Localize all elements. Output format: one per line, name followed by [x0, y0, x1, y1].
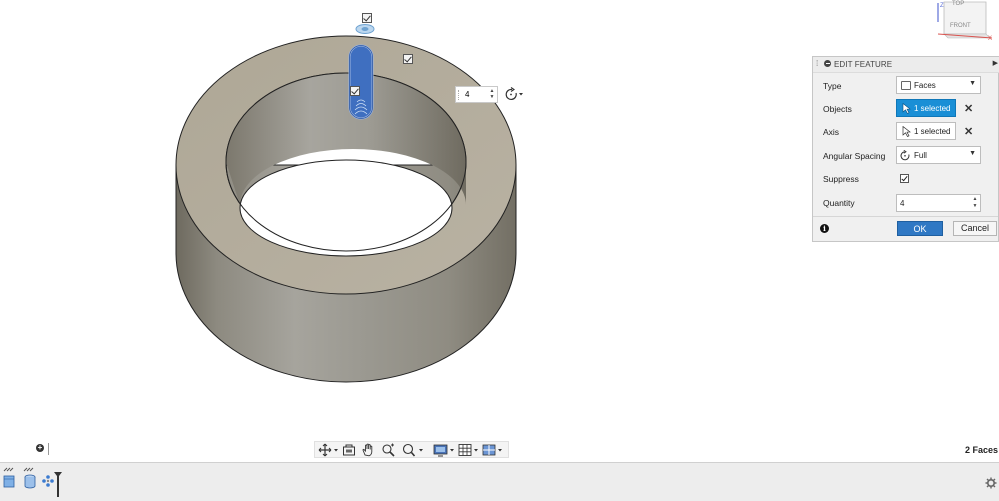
quantity-field[interactable]: 4 ▲ ▼ — [896, 194, 981, 212]
grid-settings-button[interactable] — [458, 443, 482, 457]
type-label: Type — [823, 81, 842, 91]
canvas-suppress-checkbox-top[interactable] — [362, 13, 372, 23]
panel-title: EDIT FEATURE — [834, 60, 893, 69]
canvas-viewport[interactable]: TOP FRONT Z X ▲▼ ⁞ EDIT FEATURE — [0, 0, 999, 462]
quantity-value[interactable]: 4 — [900, 199, 904, 208]
angular-spacing-label: Angular Spacing — [823, 151, 886, 161]
zoom-button[interactable] — [381, 443, 395, 457]
axis-label: Axis — [823, 127, 840, 137]
faces-icon — [901, 81, 911, 90]
zoom-window-icon — [402, 443, 423, 457]
rotate-full-icon — [505, 87, 523, 101]
navigation-toolbar — [314, 441, 509, 458]
monitor-icon — [433, 444, 454, 457]
view-cube[interactable]: TOP FRONT Z X — [934, 0, 994, 44]
timeline-bar — [0, 462, 999, 501]
add-comment-icon[interactable]: + — [36, 444, 44, 452]
pattern-quantity-handle[interactable] — [348, 44, 374, 120]
sketch-feature-icon[interactable] — [3, 467, 15, 488]
comments-panel-tab[interactable]: + — [0, 441, 50, 457]
orbit-button[interactable] — [318, 443, 340, 457]
pan-button[interactable] — [361, 443, 375, 457]
type-dropdown[interactable]: Faces ▼ — [896, 76, 981, 94]
pattern-origin-icon[interactable] — [354, 23, 376, 35]
pattern-feature-icon[interactable] — [42, 475, 54, 487]
axis-value: 1 selected — [914, 127, 951, 136]
selection-status: 2 Faces — [964, 445, 998, 455]
gear-icon[interactable] — [985, 477, 997, 489]
canvas-suppress-checkbox-right[interactable] — [403, 54, 413, 64]
grid-icon — [458, 444, 478, 456]
axis-z-label: Z — [940, 3, 944, 9]
timeline-marker-icon[interactable] — [54, 472, 62, 497]
spinner-arrows-icon[interactable]: ▲ ▼ — [488, 88, 496, 101]
quantity-spinner-arrows-icon[interactable]: ▲ ▼ — [971, 196, 979, 210]
canvas-quantity-spinner[interactable]: ▲▼ — [455, 86, 498, 103]
chevron-down-icon: ▼ — [969, 80, 976, 87]
canvas-angular-spacing-dropdown[interactable] — [503, 86, 528, 103]
panel-header[interactable]: ⁞ EDIT FEATURE ▶ — [813, 57, 999, 73]
angular-spacing-value: Full — [914, 151, 927, 160]
orbit-icon — [318, 443, 338, 457]
clear-objects-icon[interactable]: ✕ — [964, 102, 973, 115]
collapse-panel-icon[interactable] — [824, 60, 831, 67]
viewports-icon — [482, 444, 502, 456]
drag-grip-icon[interactable] — [458, 90, 462, 100]
suppress-label: Suppress — [823, 174, 859, 184]
select-cursor-icon — [902, 126, 911, 137]
objects-selector[interactable]: 1 selected — [896, 99, 956, 117]
cancel-button[interactable]: Cancel — [953, 221, 997, 236]
edit-feature-panel: ⁞ EDIT FEATURE ▶ Type Faces ▼ Objects 1 … — [812, 56, 999, 242]
chevron-down-icon: ▼ — [969, 150, 976, 157]
info-icon[interactable]: i — [820, 224, 829, 233]
type-value: Faces — [914, 81, 936, 90]
quantity-label: Quantity — [823, 198, 855, 208]
hand-icon — [362, 443, 373, 457]
viewcube-top-label: TOP — [952, 1, 964, 7]
look-at-icon — [343, 444, 355, 456]
axis-selector[interactable]: 1 selected — [896, 122, 956, 140]
objects-value: 1 selected — [914, 104, 951, 113]
panel-footer-divider — [813, 216, 998, 217]
objects-label: Objects — [823, 104, 852, 114]
panel-expand-icon[interactable]: ▶ — [993, 59, 998, 67]
panel-divider — [48, 443, 49, 455]
timeline-features[interactable] — [2, 467, 66, 499]
zoom-plus-icon — [382, 443, 395, 457]
panel-dock-handle-icon[interactable]: ⁞ — [816, 59, 818, 68]
extrude-feature-icon[interactable] — [23, 467, 36, 489]
canvas-quantity-input[interactable] — [465, 88, 487, 101]
fit-zoom-button[interactable] — [401, 443, 425, 457]
rotate-full-icon — [900, 150, 910, 161]
suppress-checkbox[interactable] — [900, 174, 909, 183]
look-at-button[interactable] — [342, 443, 356, 457]
viewcube-front-label: FRONT — [950, 23, 971, 29]
angular-spacing-dropdown[interactable]: Full ▼ — [896, 146, 981, 164]
ok-button[interactable]: OK — [897, 221, 943, 236]
select-cursor-icon — [902, 103, 911, 114]
clear-axis-icon[interactable]: ✕ — [964, 125, 973, 138]
viewports-button[interactable] — [482, 443, 506, 457]
display-settings-button[interactable] — [433, 443, 457, 457]
axis-x-label: X — [988, 36, 992, 42]
canvas-suppress-checkbox-mid[interactable] — [350, 86, 360, 96]
